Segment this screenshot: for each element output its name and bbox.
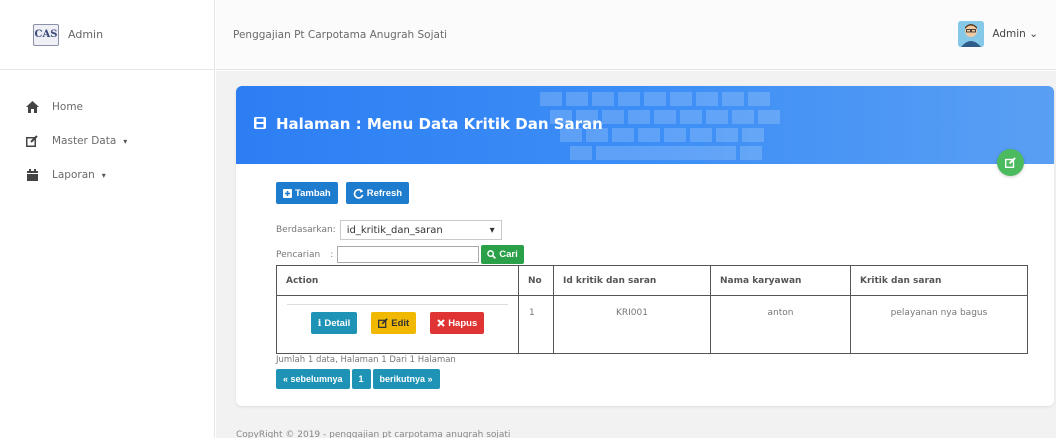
sidebar-item-home[interactable]: Home	[0, 90, 214, 124]
cell-id: KRI001	[553, 295, 711, 354]
page-title-text: Halaman : Menu Data Kritik Dan Saran	[276, 115, 603, 133]
search-row: Pencarian : Cari	[276, 245, 524, 264]
search-label-separator: :	[330, 249, 334, 260]
chevron-down-icon: ▾	[123, 136, 128, 146]
cell-kritik: pelayanan nya bagus	[850, 295, 1028, 354]
column-header-id: Id kritik dan saran	[553, 265, 711, 296]
column-header-kritik: Kritik dan saran	[850, 265, 1028, 296]
add-button[interactable]: Tambah	[276, 182, 338, 204]
edit-icon	[1005, 157, 1016, 168]
refresh-button[interactable]: Refresh	[345, 182, 410, 204]
sidebar-item-master-data[interactable]: Master Data ▾	[0, 124, 214, 158]
filter-label: Berdasarkan:	[276, 225, 336, 235]
cell-no: 1	[518, 295, 554, 354]
home-icon	[25, 100, 39, 114]
column-header-action: Action	[276, 265, 519, 296]
brand-name: Admin	[68, 28, 104, 41]
filter-select[interactable]: id_kritik_dan_saran ▾	[339, 220, 502, 240]
edit-button[interactable]: Edit	[371, 312, 417, 334]
sidebar-item-label: Master Data	[52, 135, 117, 147]
dropdown-arrow-icon: ▾	[489, 224, 495, 236]
plus-square-icon	[283, 188, 292, 198]
delete-button[interactable]: Hapus	[430, 312, 485, 334]
column-header-no: No	[518, 265, 554, 296]
next-page-button[interactable]: berikutnya »	[372, 369, 440, 389]
user-menu[interactable]: Admin ⌄	[958, 21, 1038, 47]
sidebar-item-label: Laporan	[52, 169, 95, 181]
column-header-nama: Nama karyawan	[710, 265, 851, 296]
toolbar: Tambah Refresh	[276, 182, 410, 204]
sidebar: CAS Admin Home Master Data ▾ Laporan ▾	[0, 0, 215, 438]
user-name: Admin ⌄	[992, 28, 1038, 40]
chevron-down-icon: ▾	[101, 170, 106, 180]
footer-copyright: CopyRight © 2019 - penggajian pt carpota…	[236, 430, 511, 438]
search-icon	[487, 250, 497, 259]
table-row: i Detail Edit Hapus 1 KRI001 anton pelay…	[276, 295, 1028, 354]
sidebar-item-laporan[interactable]: Laporan ▾	[0, 158, 214, 192]
cell-nama: anton	[710, 295, 851, 354]
brand[interactable]: CAS Admin	[0, 0, 214, 70]
top-navbar: Penggajian Pt Carpotama Anugrah Sojati A…	[216, 0, 1056, 70]
prev-page-button[interactable]: « sebelumnya	[276, 369, 350, 389]
save-icon	[254, 115, 266, 133]
table-header-row: Action No Id kritik dan saran Nama karya…	[276, 265, 1028, 296]
filter-row: Berdasarkan: id_kritik_dan_saran ▾	[276, 220, 502, 240]
action-cell: i Detail Edit Hapus	[276, 295, 519, 354]
pagination: « sebelumnya 1 berikutnya »	[276, 369, 440, 389]
page-header-banner: Halaman : Menu Data Kritik Dan Saran	[236, 86, 1054, 164]
page-1-button[interactable]: 1	[351, 369, 371, 389]
page-title: Halaman : Menu Data Kritik Dan Saran	[254, 115, 603, 133]
chevron-down-icon: ⌄	[1029, 28, 1038, 40]
info-icon: i	[317, 317, 322, 329]
brand-logo: CAS	[33, 23, 59, 46]
refresh-icon	[353, 188, 364, 199]
filter-select-value: id_kritik_dan_saran	[346, 224, 443, 236]
app-title: Penggajian Pt Carpotama Anugrah Sojati	[233, 28, 447, 41]
sidebar-item-label: Home	[52, 101, 84, 113]
search-label: Pencarian	[276, 249, 321, 260]
edit-icon	[25, 134, 39, 148]
search-input[interactable]	[337, 246, 480, 263]
edit-icon	[378, 318, 388, 328]
calendar-icon	[25, 168, 39, 182]
edit-fab-button[interactable]	[997, 149, 1024, 176]
pagination-summary: Jumlah 1 data, Halaman 1 Dari 1 Halaman	[276, 355, 456, 365]
sidebar-nav: Home Master Data ▾ Laporan ▾	[0, 70, 214, 192]
detail-button[interactable]: i Detail	[310, 312, 358, 334]
avatar	[958, 21, 985, 47]
search-button[interactable]: Cari	[481, 245, 524, 264]
data-table: Action No Id kritik dan saran Nama karya…	[276, 265, 1028, 354]
close-icon	[437, 319, 445, 327]
